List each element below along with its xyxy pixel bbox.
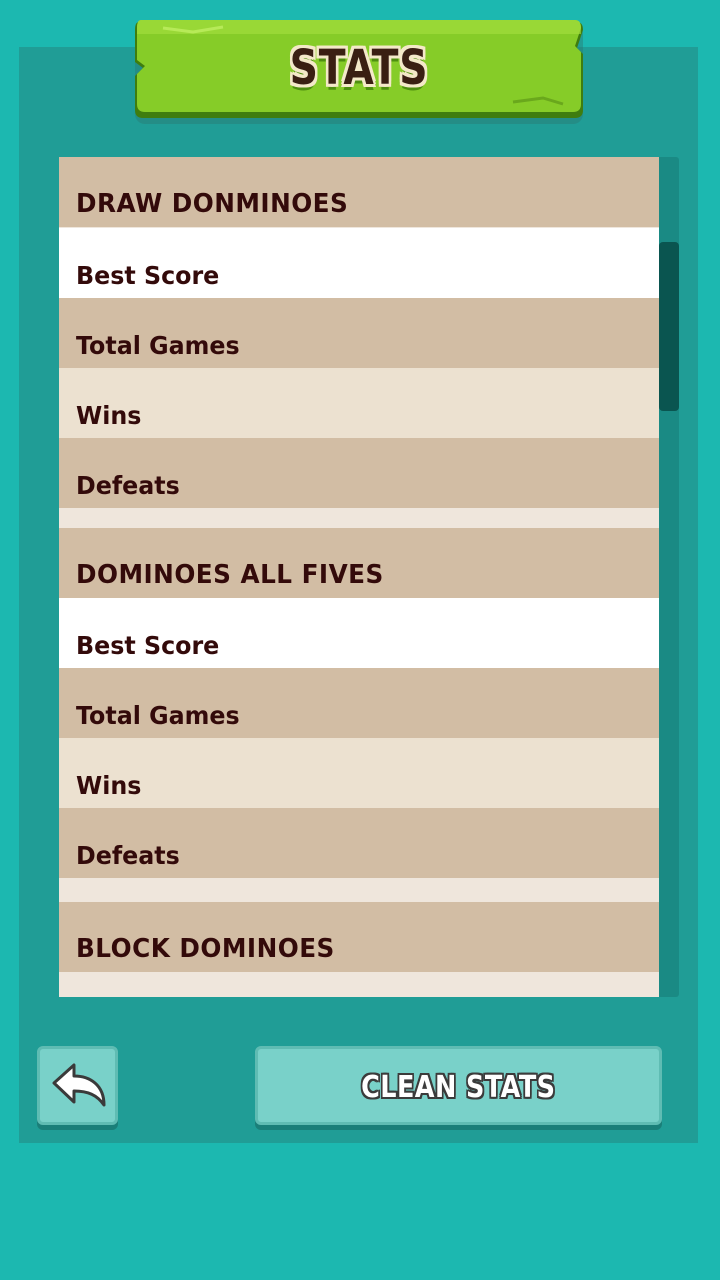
page-title: STATS (289, 40, 429, 96)
stat-row-best-score: Best Score (59, 598, 659, 668)
stat-row-total-games: Total Games (59, 668, 659, 738)
section-header-draw-dominoes: DRAW DONMINOES (59, 157, 659, 227)
stat-row-wins: Wins (59, 368, 659, 438)
stat-row-best-score: Best Score (59, 228, 659, 298)
stat-row-total-games: Total Games (59, 298, 659, 368)
section-header-dominoes-all-fives: DOMINOES ALL FIVES (59, 528, 659, 598)
title-banner: STATS (133, 18, 585, 126)
stat-row-wins: Wins (59, 738, 659, 808)
clean-stats-button[interactable]: CLEAN STATS (255, 1046, 662, 1125)
stats-list[interactable]: DRAW DONMINOES Best Score Total Games Wi… (59, 157, 659, 997)
back-arrow-icon (52, 1063, 106, 1107)
back-button[interactable] (37, 1046, 118, 1125)
section-header-block-dominoes: BLOCK DOMINOES (59, 902, 659, 972)
clean-stats-label: CLEAN STATS (361, 1069, 556, 1105)
stat-row-defeats: Defeats (59, 808, 659, 878)
scrollbar-thumb[interactable] (659, 242, 679, 411)
stat-row-defeats: Defeats (59, 438, 659, 508)
